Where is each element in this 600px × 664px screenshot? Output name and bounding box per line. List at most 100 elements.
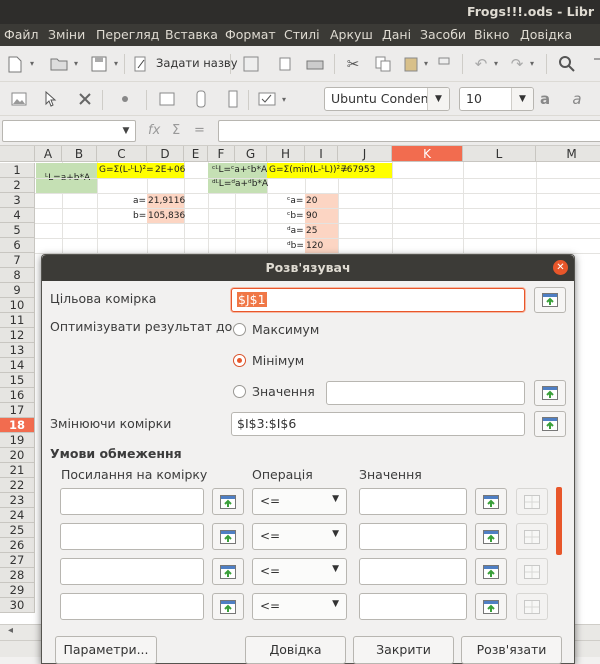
radio-minimum[interactable] xyxy=(233,354,246,367)
row-header[interactable]: 13 xyxy=(0,343,35,358)
menu-view[interactable]: Перегляд xyxy=(96,27,159,42)
column-header[interactable]: H xyxy=(267,146,305,162)
export-icon[interactable] xyxy=(274,53,296,75)
shrink-constraint-cell-button[interactable] xyxy=(212,523,244,550)
row-header[interactable]: 17 xyxy=(0,403,35,418)
constraint-cell-input[interactable] xyxy=(60,558,204,585)
shrink-constraint-value-button[interactable] xyxy=(475,523,507,550)
column-header[interactable]: B xyxy=(62,146,97,162)
constraint-operator-select[interactable]: <= ▼ xyxy=(252,488,347,515)
menu-file[interactable]: Файл xyxy=(4,27,39,42)
cut-icon[interactable]: ✂ xyxy=(342,53,364,75)
row-header[interactable]: 6 xyxy=(0,238,35,253)
copy-icon[interactable] xyxy=(372,53,394,75)
row-header[interactable]: 25 xyxy=(0,523,35,538)
name-box[interactable]: ▼ xyxy=(2,120,136,142)
constraint-value-input[interactable] xyxy=(359,523,467,550)
chevron-down-icon[interactable]: ▼ xyxy=(117,121,135,141)
column-header[interactable]: I xyxy=(305,146,338,162)
changing-cells-input[interactable]: $I$3:$I$6 xyxy=(231,412,525,436)
chevron-down-icon[interactable]: ▾ xyxy=(424,59,428,68)
column-header[interactable]: C xyxy=(97,146,147,162)
remove-constraint-button[interactable] xyxy=(516,593,548,620)
row-header[interactable]: 4 xyxy=(0,208,35,223)
edit-doc-icon[interactable] xyxy=(130,53,152,75)
image-icon[interactable] xyxy=(8,88,30,110)
pdf-icon[interactable] xyxy=(240,53,262,75)
column-header[interactable]: E xyxy=(184,146,208,162)
menu-styles[interactable]: Стилі xyxy=(284,27,320,42)
formula-input[interactable] xyxy=(218,120,600,142)
menu-sheet[interactable]: Аркуш xyxy=(330,27,373,42)
print-icon[interactable] xyxy=(304,53,326,75)
target-cell-input[interactable]: $J$1 xyxy=(231,288,525,312)
insert-cells-icon[interactable] xyxy=(156,88,178,110)
radio-minimum-label[interactable]: Мінімум xyxy=(252,353,304,368)
row-header[interactable]: 29 xyxy=(0,583,35,598)
radio-value-label[interactable]: Значення xyxy=(252,384,315,399)
column-header-selected[interactable]: K xyxy=(392,146,463,162)
row-header[interactable]: 30 xyxy=(0,598,35,613)
options-button[interactable]: Параметри... xyxy=(55,636,157,664)
checkbox-form-icon[interactable] xyxy=(256,88,278,110)
constraint-value-input[interactable] xyxy=(359,558,467,585)
row-header[interactable]: 23 xyxy=(0,493,35,508)
chevron-down-icon[interactable]: ▾ xyxy=(74,59,78,68)
chevron-down-icon[interactable]: ▾ xyxy=(114,59,118,68)
spin-control-icon[interactable] xyxy=(190,88,212,110)
chevron-down-icon[interactable]: ▾ xyxy=(494,59,498,68)
sum-icon[interactable]: Σ xyxy=(172,123,180,138)
row-header[interactable]: 21 xyxy=(0,463,35,478)
row-header[interactable]: 12 xyxy=(0,328,35,343)
chevron-down-icon[interactable]: ▼ xyxy=(511,88,533,110)
row-header[interactable]: 19 xyxy=(0,433,35,448)
row-header[interactable]: 15 xyxy=(0,373,35,388)
solve-button[interactable]: Розв'язати xyxy=(461,636,562,664)
font-name-combo[interactable]: Ubuntu Conden ▼ xyxy=(324,87,450,111)
menu-data[interactable]: Дані xyxy=(382,27,411,42)
find-replace-icon[interactable] xyxy=(556,53,578,75)
constraint-value-input[interactable] xyxy=(359,488,467,515)
new-document-icon[interactable] xyxy=(4,53,26,75)
row-header[interactable]: 16 xyxy=(0,388,35,403)
constraint-cell-input[interactable] xyxy=(60,488,204,515)
save-icon[interactable] xyxy=(88,53,110,75)
close-icon[interactable]: ✕ xyxy=(553,260,568,275)
column-header[interactable]: D xyxy=(147,146,184,162)
row-header[interactable]: 10 xyxy=(0,298,35,313)
help-button[interactable]: Довідка xyxy=(245,636,346,664)
chevron-down-icon[interactable]: ▾ xyxy=(30,59,34,68)
open-folder-icon[interactable] xyxy=(48,53,70,75)
chevron-down-icon[interactable]: ▾ xyxy=(530,59,534,68)
paste-icon[interactable] xyxy=(400,53,422,75)
column-header[interactable]: F xyxy=(208,146,235,162)
row-header[interactable]: 11 xyxy=(0,313,35,328)
radio-maximum-label[interactable]: Максимум xyxy=(252,322,319,337)
column-header[interactable]: L xyxy=(463,146,536,162)
shrink-changing-button[interactable] xyxy=(534,411,566,437)
select-all-corner[interactable] xyxy=(0,146,35,162)
value-input[interactable] xyxy=(326,381,525,405)
column-header[interactable]: J xyxy=(338,146,392,162)
row-header[interactable]: 9 xyxy=(0,283,35,298)
list-box-icon[interactable] xyxy=(222,88,244,110)
shrink-target-button[interactable] xyxy=(534,287,566,313)
row-header[interactable]: 3 xyxy=(0,193,35,208)
remove-constraint-button[interactable] xyxy=(516,523,548,550)
shrink-constraint-value-button[interactable] xyxy=(475,488,507,515)
constraint-value-input[interactable] xyxy=(359,593,467,620)
shrink-constraint-cell-button[interactable] xyxy=(212,558,244,585)
row-header[interactable]: 8 xyxy=(0,268,35,283)
row-header[interactable]: 1 xyxy=(0,163,35,178)
row-header[interactable]: 20 xyxy=(0,448,35,463)
remove-constraint-button[interactable] xyxy=(516,558,548,585)
bullet-icon[interactable] xyxy=(114,88,136,110)
chevron-down-icon[interactable]: ▼ xyxy=(427,88,449,110)
shrink-constraint-cell-button[interactable] xyxy=(212,593,244,620)
radio-maximum[interactable] xyxy=(233,323,246,336)
chevron-down-icon[interactable]: ▾ xyxy=(282,95,286,104)
function-wizard-icon[interactable]: fx xyxy=(148,123,160,138)
row-header[interactable]: 26 xyxy=(0,538,35,553)
set-name-button[interactable]: Задати назву xyxy=(156,56,238,70)
menu-tools[interactable]: Засоби xyxy=(420,27,466,42)
